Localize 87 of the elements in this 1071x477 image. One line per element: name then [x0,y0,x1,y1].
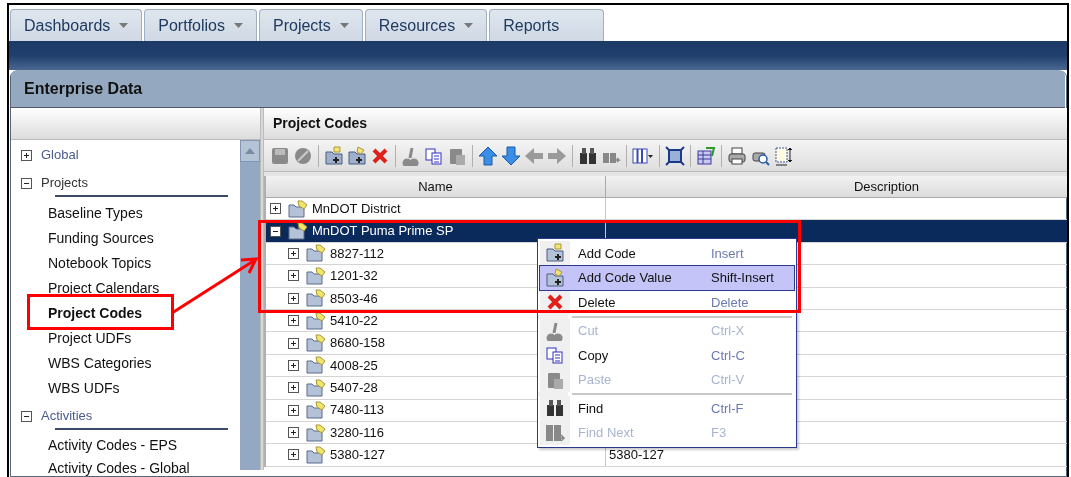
menu-item[interactable]: Add Code Insert [540,241,794,266]
columns-icon[interactable] [632,145,654,166]
folder-icon [306,266,326,285]
expand-icon[interactable] [665,145,685,166]
sidebar-item[interactable]: Project Codes [48,303,143,324]
menu-tab[interactable]: Dashboards [10,9,143,41]
menu-item[interactable]: Add Code Value Shift-Insert [540,265,794,290]
expand-icon[interactable] [288,292,299,304]
expand-icon[interactable] [288,337,299,349]
caret-icon [464,23,474,28]
folder-icon [288,222,308,241]
caret-icon [339,23,349,28]
sidebar-group[interactable]: Global [41,145,79,165]
tree-item-label[interactable]: 5380-127 [330,445,385,465]
sidebar-item[interactable]: Funding Sources [48,228,154,249]
cancel-icon[interactable] [293,145,313,166]
table-cell-text: 5380-127 [609,446,664,465]
caret-icon [234,23,243,28]
sidebar-item[interactable]: Activity Codes - Global [48,458,190,477]
column-header[interactable]: Description [606,176,1067,197]
folder-icon [306,423,326,442]
copy-icon [545,345,565,366]
folder-icon [306,334,326,353]
tree-item-label[interactable]: 7480-113 [330,400,384,420]
expand-icon[interactable] [288,315,299,327]
sidebar-item[interactable]: Project Calendars [48,278,160,299]
tree-item-label[interactable]: 3280-116 [330,422,384,443]
expand-icon[interactable] [288,270,299,282]
down-arrow-icon[interactable] [501,145,521,166]
menu-item[interactable]: Delete Delete [540,290,794,315]
panel-title: Enterprise Data [11,70,1065,108]
sidebar-item[interactable]: Notebook Topics [48,253,152,274]
expand-icon[interactable] [288,449,299,461]
content-title: Project Codes [264,108,1067,140]
sidebar-group[interactable]: Projects [41,173,88,193]
save-icon[interactable] [270,145,290,166]
printer-icon[interactable] [727,145,747,166]
folder-icon [306,244,326,263]
column-header[interactable]: Name [266,176,606,197]
page-setup-icon[interactable] [773,145,793,166]
menu-tab[interactable]: Resources [364,9,488,41]
tree-item-label[interactable]: 1201-32 [330,266,378,286]
tree-item-label[interactable]: 8827-112 [330,243,384,264]
sidebar-item[interactable]: WBS UDFs [48,378,120,399]
tree-item-label[interactable]: 4008-25 [330,355,378,376]
folder-icon [306,289,326,308]
expand-icon[interactable] [288,382,299,394]
folder-icon [306,378,326,397]
expand-icon[interactable] [288,359,299,371]
expand-icon[interactable] [21,149,32,161]
tree-item-label[interactable]: 5407-28 [330,378,378,398]
sidebar-item[interactable]: Activity Codes - EPS [48,435,178,456]
spreadsheet-icon[interactable] [696,145,716,166]
up-arrow-icon[interactable] [478,145,498,166]
tree-item-label[interactable]: MnDOT District [312,198,401,219]
collapse-icon[interactable] [270,225,281,237]
folder-icon [306,401,326,420]
folder-add-icon [545,243,565,264]
menu-tab[interactable]: Portfolios [144,9,257,41]
menu-item[interactable]: Find Ctrl-F [540,396,794,421]
menu-tab[interactable]: Reports [489,9,605,41]
expand-icon[interactable] [288,404,299,416]
tree-item-label[interactable]: 5410-22 [330,310,378,331]
tree-item-label[interactable]: MnDOT Puma Prime SP [312,221,454,241]
up-arrow-icon [245,148,255,154]
expand-icon[interactable] [288,247,299,259]
collapse-icon[interactable] [21,177,32,189]
expand-icon[interactable] [288,427,299,439]
sidebar-item[interactable]: Project UDFs [48,328,132,349]
caret-icon [119,23,129,28]
folder-add-icon[interactable] [324,145,344,166]
expand-icon[interactable] [270,203,281,215]
folder-icon [306,311,326,330]
folder-icon [288,199,308,218]
sidebar-item[interactable]: Baseline Types [48,203,143,224]
tree-item-label[interactable]: 8503-46 [330,288,378,308]
menu-tab[interactable]: Projects [259,9,363,41]
scrollbar[interactable] [240,140,260,470]
folder-icon [306,356,326,375]
folder-add-icon [545,267,565,288]
copy-icon[interactable] [424,145,444,166]
sidebar-item[interactable]: WBS Categories [48,353,152,374]
tree-item-label[interactable]: 8680-158 [330,333,385,353]
sidebar-group[interactable]: Activities [41,406,93,426]
folder-icon [306,446,326,464]
collapse-icon[interactable] [21,410,32,422]
folder-add-icon[interactable] [347,145,367,166]
